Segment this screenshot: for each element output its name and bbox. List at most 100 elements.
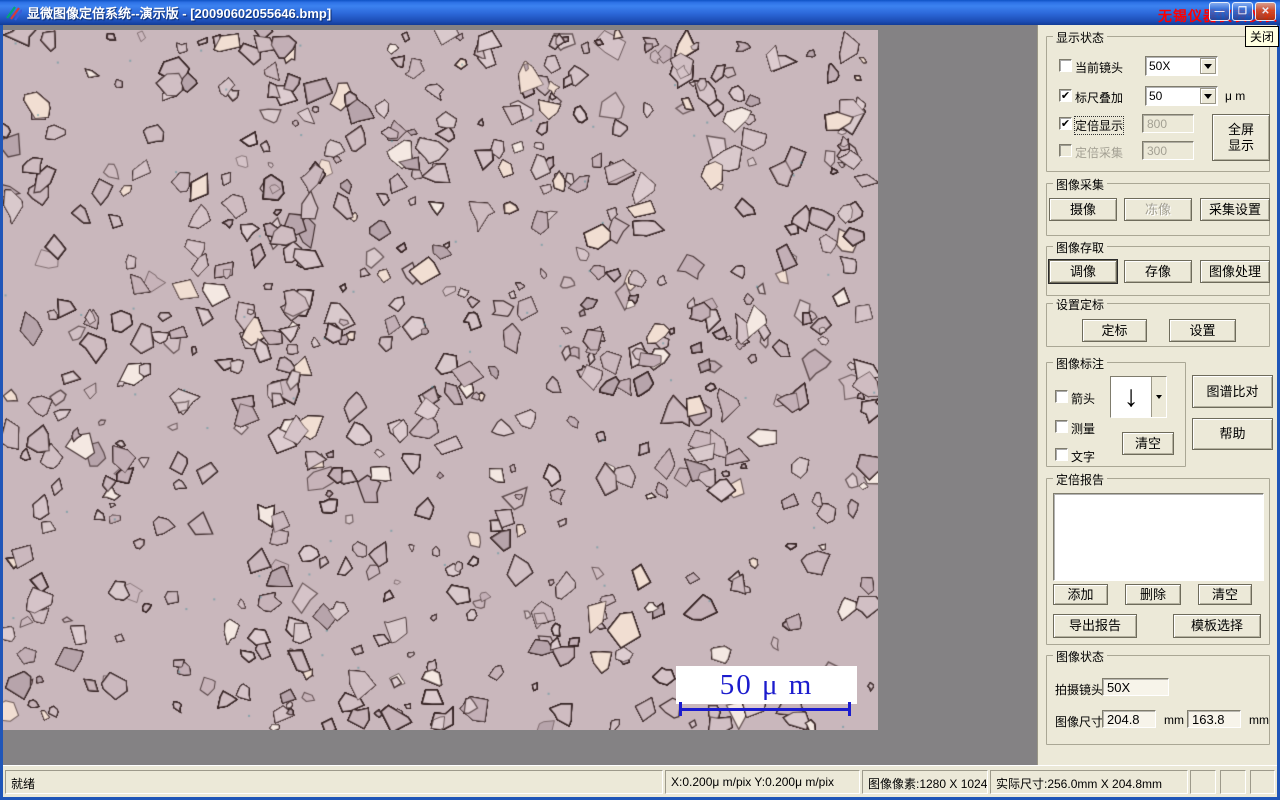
fixed-display-label: 定倍显示 — [1073, 116, 1125, 135]
image-storage-group-label: 图像存取 — [1053, 239, 1108, 256]
control-panel: 显示状态 当前镜头 50X ✔ 标尺叠加 50 μ m ✔ 定倍显示 800 定… — [1037, 25, 1277, 765]
fixed-capture-label: 定倍采集 — [1075, 146, 1124, 160]
display-status-group: 显示状态 当前镜头 50X ✔ 标尺叠加 50 μ m ✔ 定倍显示 800 定… — [1046, 29, 1270, 172]
status-ready-text: 就绪 — [11, 777, 36, 791]
scale-unit-label: μ m — [1225, 89, 1246, 103]
image-capture-group-label: 图像采集 — [1053, 176, 1108, 193]
close-tooltip: 关闭 — [1245, 26, 1280, 47]
fixed-display-checkbox[interactable]: ✔ — [1059, 117, 1072, 130]
window-content: 50 μ m 显示状态 当前镜头 50X ✔ 标尺叠加 50 μ m ✔ 定倍显… — [3, 25, 1277, 797]
micrograph-frame: 50 μ m — [3, 30, 878, 730]
image-height-value: 163.8 — [1187, 710, 1241, 728]
status-empty-panel-1 — [1190, 770, 1216, 794]
scale-bar-overlay: 50 μ m — [676, 666, 857, 704]
image-size-label: 图像尺寸 — [1055, 715, 1104, 729]
scale-overlay-label: 标尺叠加 — [1075, 91, 1124, 105]
arrow-style-value: ↓ — [1123, 380, 1139, 413]
report-group: 定倍报告 添加 删除 清空 导出报告 模板选择 — [1046, 471, 1270, 645]
annotation-group-label: 图像标注 — [1053, 355, 1108, 372]
restore-button[interactable]: ❐ — [1232, 2, 1253, 21]
template-select-button[interactable]: 模板选择 — [1173, 614, 1261, 638]
image-process-button[interactable]: 图像处理 — [1200, 260, 1270, 283]
status-actual-size-panel: 实际尺寸:256.0mm X 204.8mm — [990, 770, 1188, 794]
calibration-group-label: 设置定标 — [1053, 296, 1108, 313]
image-width-unit: mm — [1164, 713, 1184, 727]
text-label: 文字 — [1071, 450, 1096, 464]
report-listbox[interactable] — [1053, 493, 1264, 581]
clear-annotation-button[interactable]: 清空 — [1122, 432, 1174, 455]
display-status-group-label: 显示状态 — [1053, 29, 1108, 46]
image-capture-group: 图像采集 摄像 冻像 采集设置 — [1046, 176, 1270, 236]
image-storage-group: 图像存取 调像 存像 图像处理 — [1046, 239, 1270, 296]
fixed-display-input: 800 — [1142, 114, 1194, 133]
atlas-compare-button[interactable]: 图谱比对 — [1192, 375, 1273, 408]
text-checkbox[interactable] — [1055, 448, 1068, 461]
current-lens-dropdown-icon[interactable] — [1200, 58, 1216, 74]
status-bar: 就绪 X:0.200μ m/pix Y:0.200μ m/pix 图像像素:12… — [3, 765, 1277, 797]
load-image-button[interactable]: 调像 — [1049, 260, 1117, 283]
setup-button[interactable]: 设置 — [1169, 319, 1236, 342]
image-status-group: 图像状态 拍摄镜头 50X 图像尺寸 204.8 mm 163.8 mm — [1046, 648, 1270, 745]
status-actual-size-text: 实际尺寸:256.0mm X 204.8mm — [996, 777, 1163, 791]
image-status-group-label: 图像状态 — [1053, 648, 1108, 665]
lens-used-label: 拍摄镜头 — [1055, 683, 1104, 697]
check-icon: ✔ — [1060, 118, 1071, 130]
fixed-capture-checkbox — [1059, 144, 1072, 157]
fixed-capture-input: 300 — [1142, 141, 1194, 160]
current-lens-checkbox[interactable] — [1059, 59, 1072, 72]
arrow-checkbox[interactable] — [1055, 390, 1068, 403]
app-icon — [6, 5, 23, 21]
calibration-group: 设置定标 定标 设置 — [1046, 296, 1270, 347]
status-ready-panel: 就绪 — [5, 770, 663, 794]
scale-bar-label: 50 μ m — [719, 668, 814, 701]
close-icon: ✕ — [1261, 6, 1270, 17]
title-bar: 显微图像定倍系统--演示版 - [20090602055646.bmp] 无锡仪… — [0, 0, 1280, 25]
scale-bar-tick-right — [848, 702, 851, 716]
export-report-button[interactable]: 导出报告 — [1053, 614, 1137, 638]
lens-used-value: 50X — [1102, 678, 1169, 696]
status-image-pixels-text: 图像像素:1280 X 1024 — [868, 777, 988, 791]
scale-value: 50 — [1149, 89, 1163, 103]
arrow-style-select[interactable]: ↓ — [1110, 376, 1167, 418]
fullscreen-button[interactable]: 全屏 显示 — [1212, 114, 1270, 161]
freeze-button: 冻像 — [1124, 198, 1192, 221]
report-clear-button[interactable]: 清空 — [1198, 584, 1252, 605]
current-lens-label: 当前镜头 — [1075, 61, 1124, 75]
image-height-unit: mm — [1249, 713, 1269, 727]
minimize-button[interactable]: — — [1209, 2, 1230, 21]
current-lens-value: 50X — [1149, 59, 1171, 73]
calibrate-button[interactable]: 定标 — [1082, 319, 1147, 342]
close-button[interactable]: ✕ — [1255, 2, 1276, 21]
status-image-pixels-panel: 图像像素:1280 X 1024 — [862, 770, 988, 794]
status-pixel-scale-text: X:0.200μ m/pix Y:0.200μ m/pix — [671, 775, 835, 789]
minimize-icon: — — [1214, 6, 1225, 17]
check-icon: ✔ — [1060, 90, 1071, 102]
restore-icon: ❐ — [1238, 6, 1247, 17]
scale-overlay-checkbox[interactable]: ✔ — [1059, 89, 1072, 102]
save-image-button[interactable]: 存像 — [1124, 260, 1192, 283]
arrow-label: 箭头 — [1071, 392, 1096, 406]
report-delete-button[interactable]: 删除 — [1125, 584, 1181, 605]
scale-bar-tick-left — [679, 702, 682, 716]
window-controls: — ❐ ✕ — [1209, 2, 1276, 21]
report-add-button[interactable]: 添加 — [1053, 584, 1108, 605]
status-empty-panel-2 — [1220, 770, 1246, 794]
window-title: 显微图像定倍系统--演示版 - [20090602055646.bmp] — [27, 6, 332, 21]
measure-label: 测量 — [1071, 422, 1096, 436]
help-button[interactable]: 帮助 — [1192, 418, 1273, 450]
annotation-group: 图像标注 箭头 测量 文字 ↓ 清空 — [1046, 355, 1186, 467]
status-empty-panel-3 — [1250, 770, 1275, 794]
scale-bar-line — [679, 708, 851, 711]
app-window: 显微图像定倍系统--演示版 - [20090602055646.bmp] 无锡仪… — [0, 0, 1280, 800]
scale-value-dropdown-icon[interactable] — [1200, 88, 1216, 104]
scale-value-select[interactable]: 50 — [1145, 86, 1218, 106]
status-pixel-scale-panel: X:0.200μ m/pix Y:0.200μ m/pix — [665, 770, 860, 794]
image-viewport: 50 μ m — [3, 25, 1037, 765]
arrow-style-dropdown-icon[interactable] — [1151, 377, 1166, 417]
shoot-button[interactable]: 摄像 — [1049, 198, 1117, 221]
image-width-value: 204.8 — [1102, 710, 1156, 728]
micrograph-image[interactable] — [3, 30, 878, 730]
capture-settings-button[interactable]: 采集设置 — [1200, 198, 1270, 221]
measure-checkbox[interactable] — [1055, 420, 1068, 433]
current-lens-select[interactable]: 50X — [1145, 56, 1218, 76]
